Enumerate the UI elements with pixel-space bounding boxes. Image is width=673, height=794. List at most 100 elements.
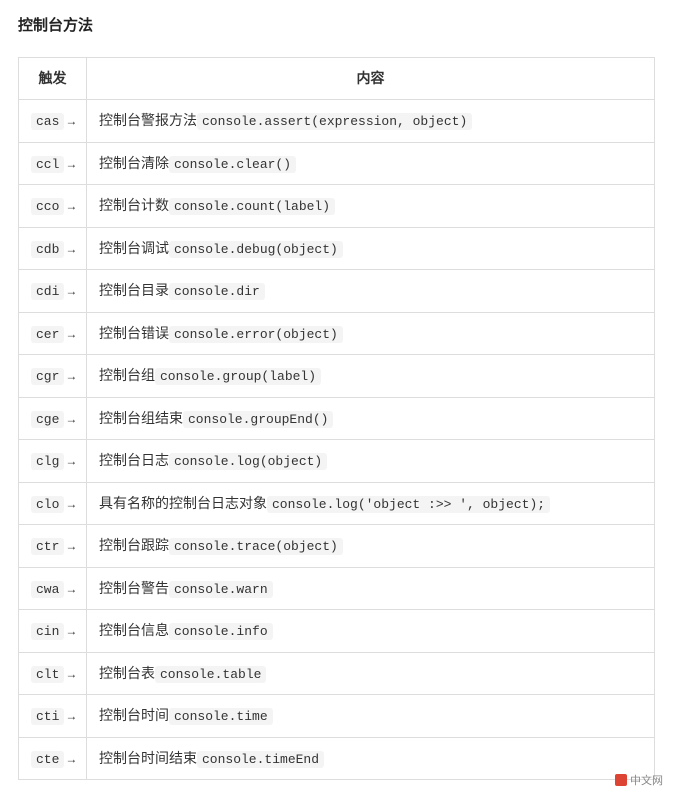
table-row: cte→ 控制台时间结束console.timeEnd [19, 737, 655, 780]
description-label: 控制台目录 [99, 282, 169, 298]
trigger-cell: cdb→ [19, 227, 87, 270]
arrow-icon: → [65, 624, 77, 638]
watermark: 中文网 [615, 772, 663, 788]
trigger-cell: ccl→ [19, 142, 87, 185]
arrow-icon: → [65, 752, 77, 766]
content-cell: 控制台表console.table [87, 652, 655, 695]
description-label: 控制台组 [99, 367, 155, 383]
content-cell: 控制台警报方法console.assert(expression, object… [87, 100, 655, 143]
content-cell: 控制台目录console.dir [87, 270, 655, 313]
trigger-key: cco [31, 198, 64, 215]
content-cell: 控制台警告console.warn [87, 567, 655, 610]
table-row: ctr→控制台跟踪console.trace(object) [19, 525, 655, 568]
code-snippet: console.time [169, 708, 273, 725]
description-label: 控制台跟踪 [99, 537, 169, 553]
trigger-key: cte [31, 751, 64, 768]
table-row: cer→控制台错误console.error(object) [19, 312, 655, 355]
description-label: 控制台时间 [99, 707, 169, 723]
trigger-key: cer [31, 326, 64, 343]
trigger-key: clt [31, 666, 64, 683]
table-row: cge→控制台组结束console.groupEnd() [19, 397, 655, 440]
arrow-icon: → [65, 412, 77, 426]
trigger-key: cdb [31, 241, 64, 258]
arrow-icon: → [65, 199, 77, 213]
arrow-icon: → [65, 327, 77, 341]
code-snippet: console.log('object :>> ', object); [267, 496, 550, 513]
trigger-key: cti [31, 708, 64, 725]
code-snippet: console.dir [169, 283, 265, 300]
trigger-key: clg [31, 453, 64, 470]
code-snippet: console.count(label) [169, 198, 335, 215]
arrow-icon: → [65, 284, 77, 298]
table-row: clo→ 具有名称的控制台日志对象console.log('object :>> … [19, 482, 655, 525]
table-row: cin→ 控制台信息console.info [19, 610, 655, 653]
arrow-icon: → [65, 114, 77, 128]
description-label: 具有名称的控制台日志对象 [99, 495, 267, 511]
content-cell: 控制台跟踪console.trace(object) [87, 525, 655, 568]
trigger-cell: cti→ [19, 695, 87, 738]
description-label: 控制台日志 [99, 452, 169, 468]
php-logo-icon [615, 774, 627, 786]
trigger-cell: clo→ [19, 482, 87, 525]
arrow-icon: → [65, 497, 77, 511]
description-label: 控制台调试 [99, 240, 169, 256]
code-snippet: console.assert(expression, object) [197, 113, 472, 130]
trigger-key: cge [31, 411, 64, 428]
th-trigger: 触发 [19, 58, 87, 100]
description-label: 控制台警报方法 [99, 112, 197, 128]
content-cell: 控制台日志console.log(object) [87, 440, 655, 483]
description-label: 控制台组结束 [99, 410, 183, 426]
trigger-cell: cte→ [19, 737, 87, 780]
description-label: 控制台信息 [99, 622, 169, 638]
content-cell: 控制台清除console.clear() [87, 142, 655, 185]
arrow-icon: → [65, 242, 77, 256]
arrow-icon: → [65, 582, 77, 596]
table-header-row: 触发 内容 [19, 58, 655, 100]
table-row: clt→ 控制台表console.table [19, 652, 655, 695]
arrow-icon: → [65, 667, 77, 681]
trigger-cell: cer→ [19, 312, 87, 355]
code-snippet: console.timeEnd [197, 751, 324, 768]
trigger-key: cas [31, 113, 64, 130]
description-label: 控制台警告 [99, 580, 169, 596]
description-label: 控制台计数 [99, 197, 169, 213]
code-snippet: console.log(object) [169, 453, 327, 470]
table-row: cas→ 控制台警报方法console.assert(expression, ob… [19, 100, 655, 143]
trigger-cell: cwa→ [19, 567, 87, 610]
trigger-key: ctr [31, 538, 64, 555]
content-cell: 控制台组结束console.groupEnd() [87, 397, 655, 440]
code-snippet: console.warn [169, 581, 273, 598]
table-row: cwa→控制台警告console.warn [19, 567, 655, 610]
arrow-icon: → [65, 539, 77, 553]
description-label: 控制台时间结束 [99, 750, 197, 766]
trigger-cell: cco→ [19, 185, 87, 228]
trigger-cell: cge→ [19, 397, 87, 440]
th-content: 内容 [87, 58, 655, 100]
table-row: cdi→ 控制台目录console.dir [19, 270, 655, 313]
trigger-cell: clg→ [19, 440, 87, 483]
code-snippet: console.group(label) [155, 368, 321, 385]
table-row: cgr→控制台组console.group(label) [19, 355, 655, 398]
content-cell: 控制台计数console.count(label) [87, 185, 655, 228]
trigger-key: cdi [31, 283, 64, 300]
code-snippet: console.debug(object) [169, 241, 343, 258]
table-row: clg→控制台日志console.log(object) [19, 440, 655, 483]
content-cell: 控制台信息console.info [87, 610, 655, 653]
trigger-cell: ctr→ [19, 525, 87, 568]
content-cell: 控制台时间console.time [87, 695, 655, 738]
trigger-key: cwa [31, 581, 64, 598]
trigger-key: ccl [31, 156, 64, 173]
section-heading: 控制台方法 [18, 14, 655, 35]
trigger-key: clo [31, 496, 64, 513]
table-row: cdb→控制台调试console.debug(object) [19, 227, 655, 270]
table-row: cti→控制台时间console.time [19, 695, 655, 738]
code-snippet: console.table [155, 666, 266, 683]
content-cell: 控制台组console.group(label) [87, 355, 655, 398]
arrow-icon: → [65, 709, 77, 723]
code-snippet: console.clear() [169, 156, 296, 173]
content-cell: 控制台调试console.debug(object) [87, 227, 655, 270]
trigger-key: cin [31, 623, 64, 640]
code-snippet: console.groupEnd() [183, 411, 333, 428]
description-label: 控制台错误 [99, 325, 169, 341]
table-row: cco→控制台计数console.count(label) [19, 185, 655, 228]
